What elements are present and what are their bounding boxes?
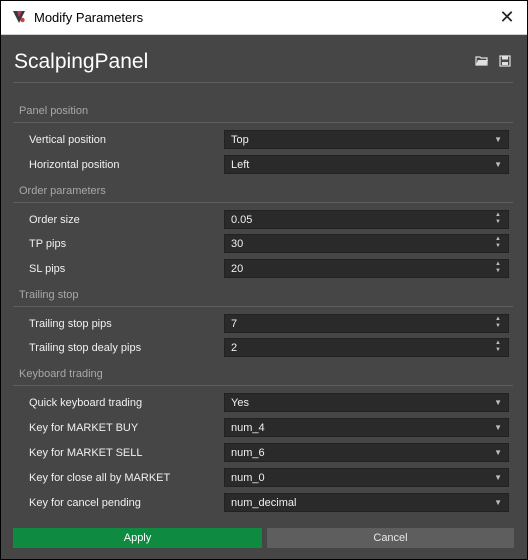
quick-keyboard-trading-label: Quick keyboard trading — [29, 397, 143, 409]
chevron-down-icon: ▼ — [494, 448, 502, 457]
input-value: 20 — [231, 263, 244, 275]
apply-button[interactable]: Apply — [13, 528, 262, 548]
chevron-down-icon: ▼ — [494, 398, 502, 407]
spinner-arrows-icon[interactable]: ▲ ▼ — [494, 236, 502, 251]
key-market-sell-label: Key for MARKET SELL — [29, 447, 143, 459]
save-icon[interactable] — [498, 55, 512, 67]
select-value: Top — [231, 134, 249, 146]
input-value: 0.05 — [231, 214, 253, 226]
chevron-down-icon: ▼ — [494, 135, 502, 144]
input-value: 2 — [231, 342, 238, 354]
select-value: num_4 — [231, 422, 265, 434]
folder-open-icon[interactable] — [475, 55, 489, 67]
tp-pips-label: TP pips — [29, 238, 67, 250]
section-title-order-parameters: Order parameters — [19, 185, 106, 197]
app-logo-icon — [13, 11, 25, 23]
select-value: num_decimal — [231, 497, 297, 509]
select-value: num_0 — [231, 472, 265, 484]
key-close-all-select[interactable]: num_0 ▼ — [224, 468, 509, 487]
panel-title: ScalpingPanel — [14, 50, 149, 73]
tp-pips-input[interactable]: 30 ▲ ▼ — [224, 234, 509, 253]
chevron-down-icon: ▼ — [494, 160, 502, 169]
select-value: Yes — [231, 397, 249, 409]
vertical-position-select[interactable]: Top ▼ — [224, 130, 509, 149]
spinner-arrows-icon[interactable]: ▲ ▼ — [494, 261, 502, 276]
window-title: Modify Parameters — [34, 10, 144, 25]
trailing-stop-delay-label: Trailing stop dealy pips — [29, 342, 142, 354]
close-icon: ✕ — [499, 7, 515, 27]
input-value: 30 — [231, 238, 244, 250]
key-close-all-label: Key for close all by MARKET — [29, 472, 171, 484]
key-market-sell-select[interactable]: num_6 ▼ — [224, 443, 509, 462]
section-divider — [13, 202, 513, 203]
order-size-label: Order size — [29, 214, 80, 226]
trailing-stop-delay-input[interactable]: 2 ▲ ▼ — [224, 338, 509, 357]
chevron-down-icon: ▼ — [494, 498, 502, 507]
trailing-stop-pips-label: Trailing stop pips — [29, 318, 112, 330]
order-size-input[interactable]: 0.05 ▲ ▼ — [224, 210, 509, 229]
title-bar: Modify Parameters ✕ — [1, 1, 527, 35]
header-divider — [13, 82, 513, 83]
spinner-arrows-icon[interactable]: ▲ ▼ — [494, 316, 502, 331]
key-cancel-pending-label: Key for cancel pending — [29, 497, 141, 509]
spinner-arrows-icon[interactable]: ▲ ▼ — [494, 212, 502, 227]
section-divider — [13, 385, 513, 386]
key-cancel-pending-select[interactable]: num_decimal ▼ — [224, 493, 509, 512]
trailing-stop-pips-input[interactable]: 7 ▲ ▼ — [224, 314, 509, 333]
section-divider — [13, 122, 513, 123]
vertical-position-label: Vertical position — [29, 134, 107, 146]
sl-pips-input[interactable]: 20 ▲ ▼ — [224, 259, 509, 278]
select-value: num_6 — [231, 447, 265, 459]
modify-parameters-window: Modify Parameters ✕ ScalpingPanel Panel … — [0, 0, 528, 560]
section-title-keyboard-trading: Keyboard trading — [19, 368, 103, 380]
close-button[interactable]: ✕ — [487, 1, 527, 34]
input-value: 7 — [231, 318, 238, 330]
chevron-down-icon: ▼ — [494, 473, 502, 482]
chevron-down-icon: ▼ — [494, 423, 502, 432]
key-market-buy-label: Key for MARKET BUY — [29, 422, 139, 434]
quick-keyboard-trading-select[interactable]: Yes ▼ — [224, 393, 509, 412]
horizontal-position-label: Horizontal position — [29, 159, 120, 171]
sl-pips-label: SL pips — [29, 263, 66, 275]
parameters-content: ScalpingPanel Panel position Vertical po… — [1, 35, 527, 559]
section-divider — [13, 306, 513, 307]
key-market-buy-select[interactable]: num_4 ▼ — [224, 418, 509, 437]
horizontal-position-select[interactable]: Left ▼ — [224, 155, 509, 174]
spinner-arrows-icon[interactable]: ▲ ▼ — [494, 340, 502, 355]
section-title-trailing-stop: Trailing stop — [19, 289, 79, 301]
select-value: Left — [231, 159, 250, 171]
cancel-button[interactable]: Cancel — [267, 528, 514, 548]
section-title-panel-position: Panel position — [19, 105, 89, 117]
